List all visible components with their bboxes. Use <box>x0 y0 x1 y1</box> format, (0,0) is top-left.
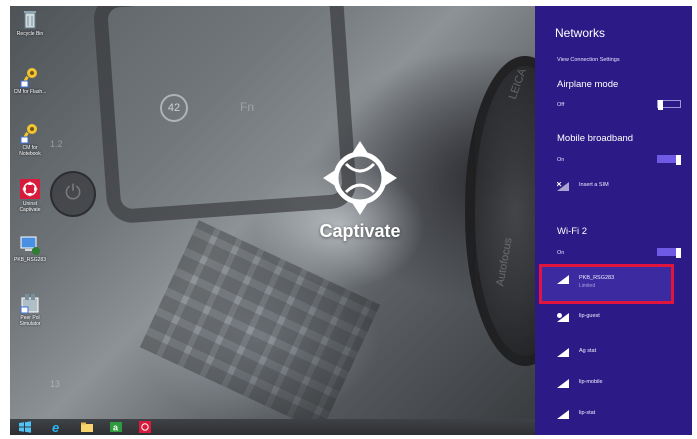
desktop-icon-label: Uninst Captivate <box>19 201 41 213</box>
internet-explorer-icon[interactable]: e <box>50 421 64 433</box>
desktop-icon-recycle-bin[interactable]: Recycle Bin <box>12 8 48 37</box>
taskbar: e a <box>10 419 535 435</box>
airplane-mode-title: Airplane mode <box>557 79 619 90</box>
network-ssid: lip-stat <box>579 410 596 416</box>
view-connection-settings-link[interactable]: View Connection Settings <box>557 57 620 63</box>
airplane-mode-state: Off <box>557 102 565 108</box>
svg-text:e: e <box>52 421 59 433</box>
wallpaper-side-number: 1.2 <box>50 139 63 149</box>
wallpaper-badge: 42 <box>160 94 188 122</box>
windows-start-icon[interactable] <box>18 421 32 433</box>
desktop-icon-uninstall-captivate[interactable]: Uninst Captivate <box>12 178 48 213</box>
networks-title: Networks <box>555 26 606 40</box>
desktop-icon-label: Peer Pol Simulator <box>19 315 41 327</box>
store-icon[interactable]: a <box>109 421 123 433</box>
key-icon <box>20 68 37 88</box>
captivate-app-icon <box>20 179 40 199</box>
desktop[interactable]: 42 Fn ⏻ LEICA Autofocus 1.2 13 Recycle B… <box>10 6 585 432</box>
captivate-taskbar-icon[interactable] <box>138 421 152 433</box>
wifi-title: Wi-Fi 2 <box>557 226 588 237</box>
network-ssid: Ag stat <box>579 348 597 354</box>
wifi-toggle[interactable] <box>657 248 681 258</box>
wifi-secured-signal-icon <box>557 313 569 322</box>
toggle-knob <box>658 100 663 110</box>
networks-panel: Networks View Connection Settings Airpla… <box>535 6 692 435</box>
recycle-bin-icon <box>24 11 36 29</box>
power-icon: ⏻ <box>50 171 96 217</box>
desktop-icon-label: CM for Flash... <box>13 89 47 95</box>
captivate-logo: Captivate <box>310 139 410 269</box>
insert-sim-label: Insert a SIM <box>579 182 609 188</box>
wifi-signal-icon <box>557 275 569 284</box>
captivate-logo-text: Captivate <box>319 221 401 241</box>
screenshot-frame: 42 Fn ⏻ LEICA Autofocus 1.2 13 Recycle B… <box>10 6 692 435</box>
network-ssid: lip-guest <box>579 313 600 319</box>
desktop-icon-label: PKB_RSG283 <box>14 257 46 263</box>
wallpaper-fn: Fn <box>240 100 255 114</box>
airplane-mode-toggle[interactable] <box>657 100 681 110</box>
toggle-knob <box>676 248 681 258</box>
no-sim-signal-icon <box>557 182 569 191</box>
network-status: Limited <box>579 283 596 289</box>
desktop-icon-cm-key-2[interactable]: CM for Notebook <box>12 122 48 157</box>
wifi-signal-icon <box>557 410 569 419</box>
wallpaper-side-number-bottom: 13 <box>50 379 61 389</box>
wifi-signal-icon <box>557 348 569 357</box>
file-explorer-icon[interactable] <box>80 421 94 433</box>
captivate-logo-icon <box>323 141 397 215</box>
desktop-icon-label: CM for Notebook <box>19 145 41 157</box>
desktop-icon-cm-key-1[interactable]: CM for Flash... <box>12 66 48 95</box>
simulator-app-icon <box>20 294 39 314</box>
network-ssid: lip-mobile <box>579 379 603 385</box>
desktop-icon-simulator[interactable]: Peer Pol Simulator <box>12 292 48 327</box>
network-item-selected[interactable] <box>539 264 674 304</box>
mobile-broadband-title: Mobile broadband <box>557 133 634 144</box>
desktop-icon-pkb-network[interactable]: PKB_RSG283 <box>12 234 48 263</box>
key-icon <box>20 124 37 144</box>
mobile-broadband-toggle[interactable] <box>657 155 681 165</box>
network-ssid: PKB_RSG283 <box>579 275 615 281</box>
toggle-knob <box>676 155 681 165</box>
network-computer-icon <box>20 236 40 255</box>
wifi-state: On <box>557 250 565 256</box>
desktop-icon-label: Recycle Bin <box>16 31 44 37</box>
mobile-broadband-state: On <box>557 157 565 163</box>
wifi-signal-icon <box>557 379 569 388</box>
